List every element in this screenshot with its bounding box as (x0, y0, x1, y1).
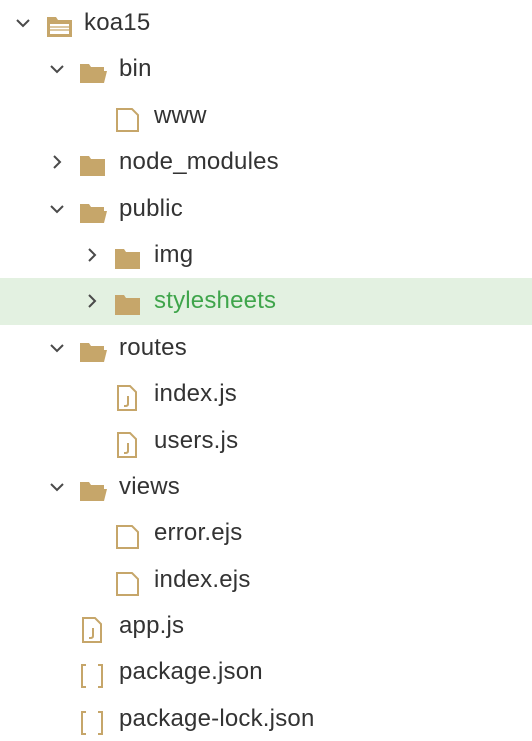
tree-item-error-ejs[interactable]: error.ejs (0, 510, 532, 556)
js-file-icon (113, 428, 143, 458)
open-folder-icon (78, 196, 108, 223)
tree-item-label: app.js (119, 612, 185, 640)
tree-item-label: users.js (154, 426, 239, 454)
file-icon (113, 567, 143, 596)
tree-item-label: www (154, 101, 207, 129)
tree-item-koa15[interactable]: koa15 (0, 0, 532, 46)
tree-item-stylesheets[interactable]: stylesheets (0, 278, 532, 325)
tree-item-node-modules[interactable]: node_modules (0, 139, 532, 185)
json-file-icon (78, 659, 108, 689)
tree-item-package-lock-json[interactable]: package-lock.json (0, 696, 532, 741)
js-file-icon (78, 613, 108, 644)
tree-item-views[interactable]: views (0, 464, 532, 510)
tree-item-label: views (119, 472, 181, 500)
file-icon (113, 520, 143, 550)
tree-item-index-js[interactable]: index.js (0, 371, 532, 417)
tree-item-app-js[interactable]: app.js (0, 603, 532, 649)
tree-item-public[interactable]: public (0, 186, 532, 232)
tree-item-users-js[interactable]: users.js (0, 418, 532, 464)
tree-item-label: index.ejs (154, 565, 251, 593)
tree-item-label: koa15 (84, 9, 151, 36)
tree-item-label: stylesheets (154, 287, 277, 315)
chevron-down-icon[interactable] (47, 325, 67, 371)
tree-item-bin[interactable]: bin (0, 46, 532, 92)
chevron-down-icon[interactable] (13, 0, 33, 46)
chevron-right-icon[interactable] (82, 232, 102, 278)
chevron-right-icon[interactable] (82, 278, 102, 324)
json-file-icon (78, 706, 108, 735)
js-file-icon (113, 381, 143, 412)
tree-item-routes[interactable]: routes (0, 325, 532, 371)
folder-icon (78, 149, 108, 177)
tree-item-label: error.ejs (154, 519, 243, 547)
chevron-down-icon[interactable] (47, 46, 67, 92)
chevron-down-icon[interactable] (47, 464, 67, 510)
tree-item-label: package-lock.json (119, 704, 315, 732)
folder-icon (113, 242, 143, 269)
chevron-down-icon[interactable] (47, 186, 67, 232)
tree-item-label: img (154, 240, 194, 268)
root-folder-icon (45, 10, 75, 37)
tree-item-label: bin (119, 55, 152, 83)
folder-icon (113, 288, 143, 316)
chevron-right-icon[interactable] (47, 139, 67, 185)
tree-item-package-json[interactable]: package.json (0, 649, 532, 695)
file-explorer-tree: koa15 bin www node_modules public img st… (0, 0, 532, 741)
tree-item-index-ejs[interactable]: index.ejs (0, 557, 532, 603)
tree-item-img[interactable]: img (0, 232, 532, 278)
tree-item-www[interactable]: www (0, 93, 532, 139)
open-folder-icon (78, 335, 108, 362)
open-folder-icon (78, 474, 108, 501)
file-icon (113, 103, 143, 132)
tree-item-label: package.json (119, 658, 263, 686)
tree-item-label: node_modules (119, 148, 279, 176)
tree-item-label: index.js (154, 380, 237, 408)
open-folder-icon (78, 56, 108, 84)
tree-item-label: routes (119, 333, 187, 361)
tree-item-label: public (119, 194, 183, 222)
